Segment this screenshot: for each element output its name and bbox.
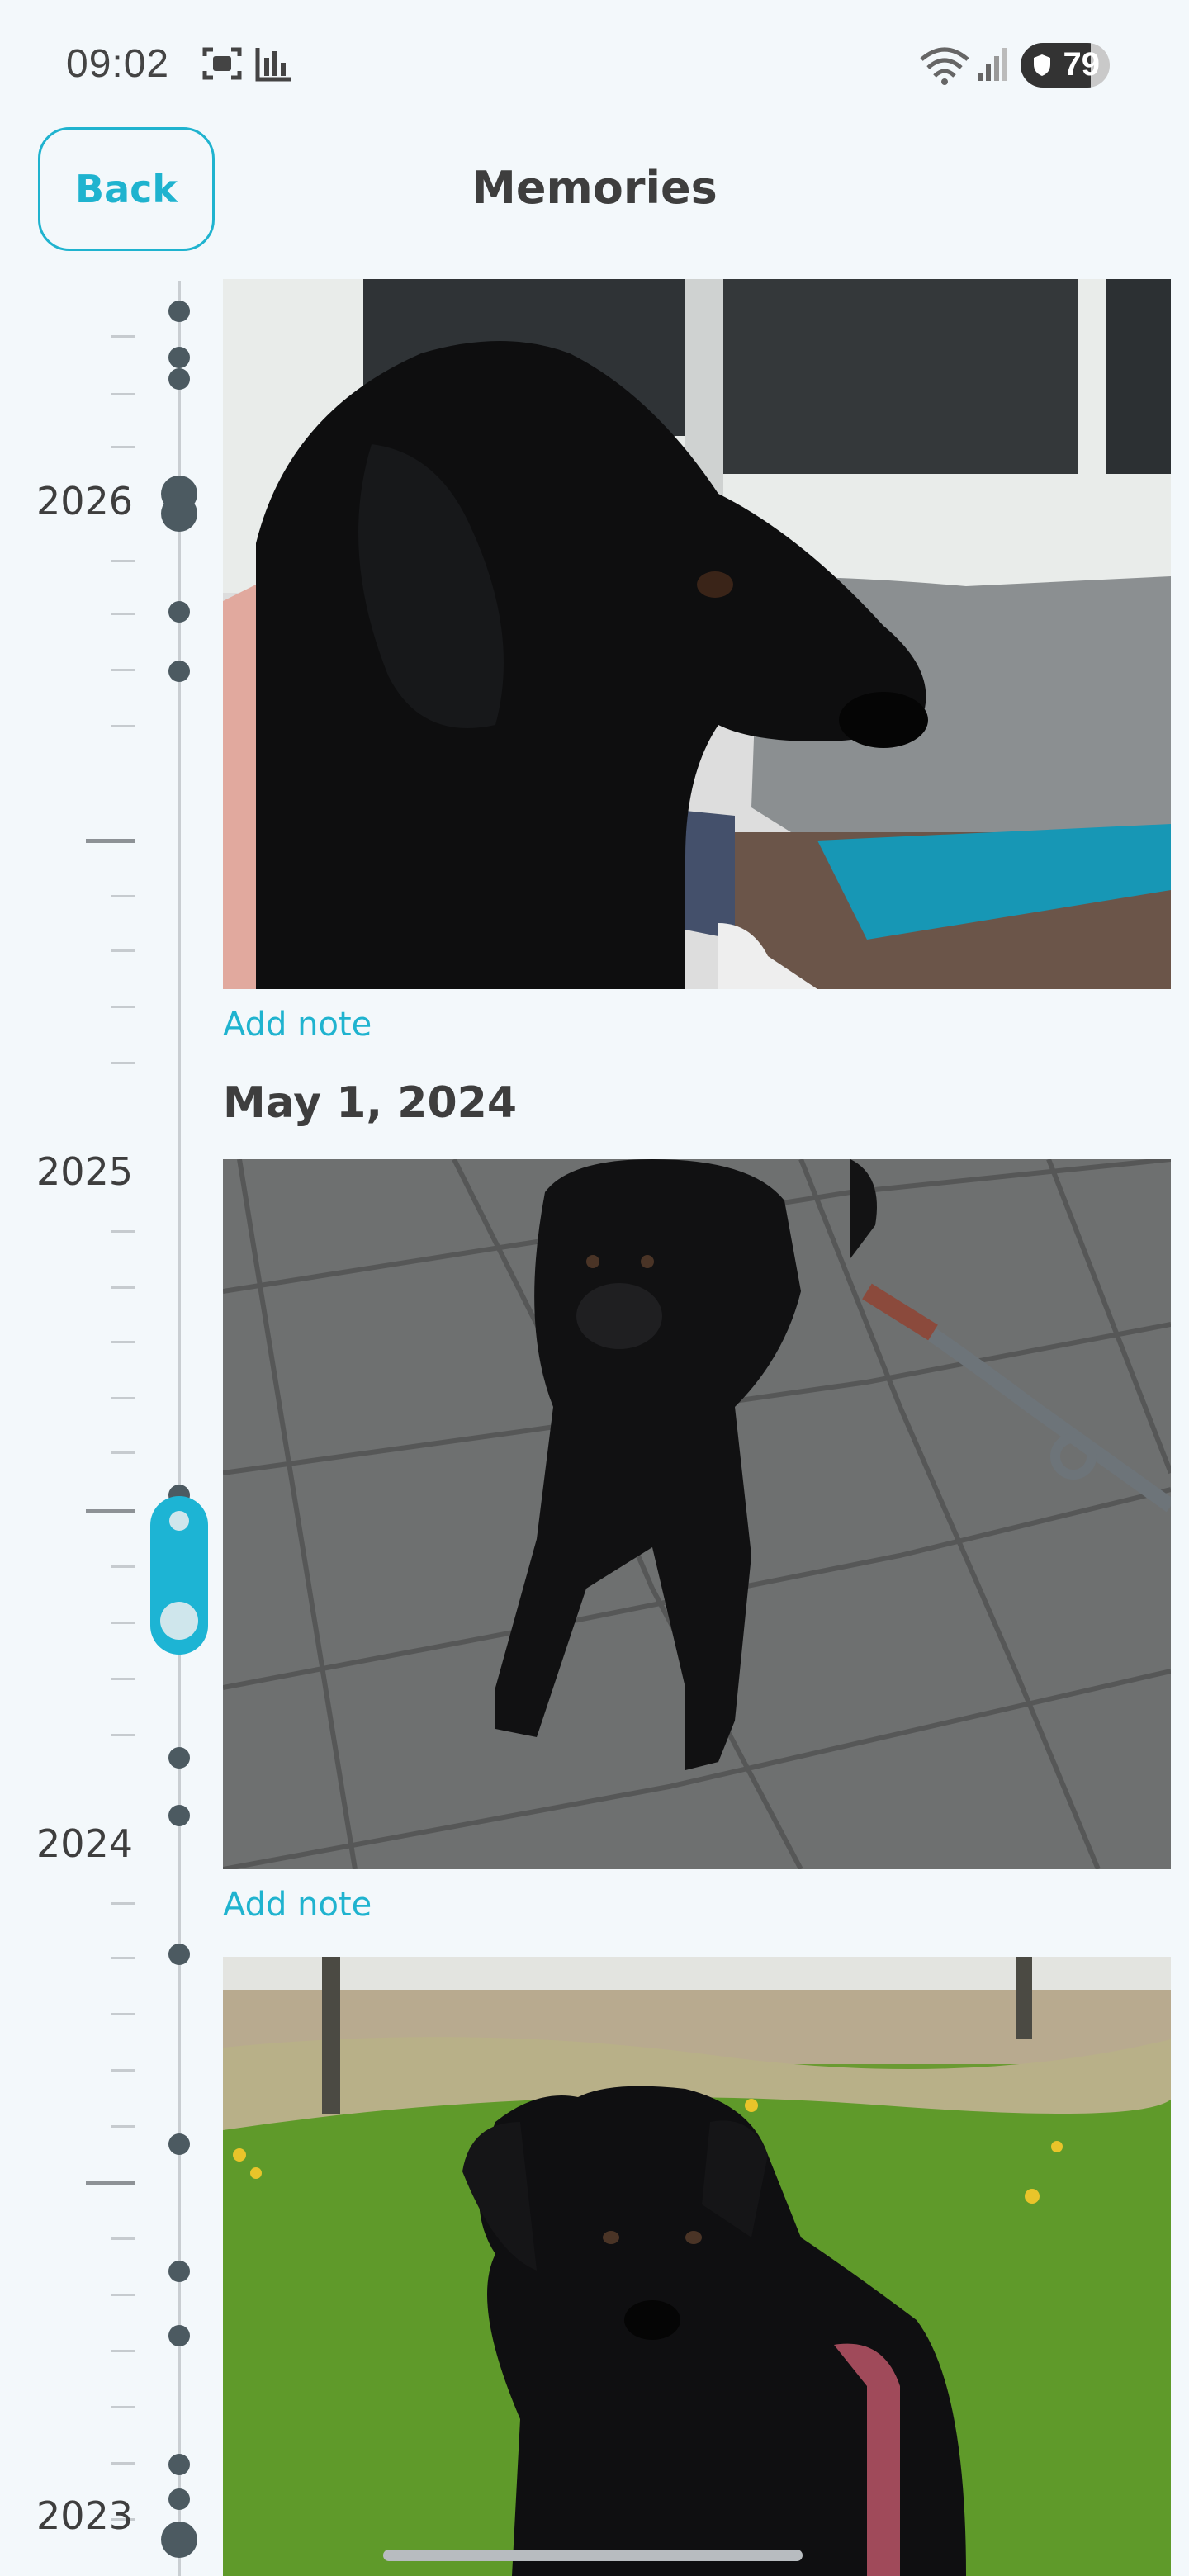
battery-level: 79	[1063, 46, 1101, 83]
timeline-marker[interactable]	[161, 2522, 197, 2558]
timeline-tick	[111, 393, 135, 395]
timeline-tick	[111, 2013, 135, 2015]
timeline-scrubber[interactable]: 2026 2025 2024 2023	[0, 281, 215, 2576]
signal-icon	[978, 48, 1007, 81]
timeline-tick	[111, 2406, 135, 2408]
battery-indicator: 79	[1021, 43, 1110, 88]
timeline-tick	[111, 1451, 135, 1454]
timeline-tick	[111, 1902, 135, 1905]
memory-photo[interactable]	[223, 279, 1171, 989]
timeline-rail	[178, 281, 181, 2576]
photo-dog-pavement	[223, 1159, 1171, 1869]
timeline-marker[interactable]	[168, 2261, 190, 2282]
shield-icon	[1034, 54, 1050, 76]
timeline-tick	[111, 1397, 135, 1399]
memory-date: May 1, 2024	[223, 1078, 518, 1128]
timeline-marker[interactable]	[168, 2325, 190, 2346]
timeline-tick	[111, 895, 135, 897]
scroll-thumb-knob	[160, 1602, 198, 1640]
memory-photo[interactable]	[223, 1957, 1171, 2576]
timeline-tick	[111, 1565, 135, 1568]
page-title: Memories	[471, 162, 718, 214]
timeline-marker[interactable]	[168, 661, 190, 682]
timeline-marker[interactable]	[168, 347, 190, 368]
timeline-tick	[111, 1286, 135, 1289]
timeline-tick	[111, 2350, 135, 2352]
timeline-marker[interactable]	[168, 2454, 190, 2475]
timeline-tick	[111, 725, 135, 727]
timeline-year-label: 2026	[36, 479, 134, 523]
timeline-tick	[111, 1622, 135, 1624]
timeline-tick	[111, 1734, 135, 1736]
timeline-year-label: 2024	[36, 1821, 134, 1866]
timeline-year-label: 2025	[36, 1149, 134, 1194]
timeline-marker[interactable]	[161, 495, 197, 532]
timeline-tick	[111, 1230, 135, 1233]
timeline-tick	[111, 2125, 135, 2128]
timeline-marker[interactable]	[168, 1944, 190, 1965]
timeline-marker[interactable]	[168, 301, 190, 322]
status-time: 09:02	[66, 42, 170, 86]
timeline-year-label: 2023	[36, 2493, 134, 2538]
add-note-link[interactable]: Add note	[223, 1006, 372, 1044]
timeline-marker[interactable]	[168, 368, 190, 390]
photo-dog-grass	[223, 1957, 1171, 2576]
timeline-marker[interactable]	[168, 2488, 190, 2510]
timeline-marker[interactable]	[168, 601, 190, 623]
timeline-tick-major	[86, 1509, 135, 1513]
photo-dog-indoors	[223, 279, 1171, 989]
timeline-tick	[111, 949, 135, 952]
timeline-tick	[111, 1341, 135, 1343]
add-note-link[interactable]: Add note	[223, 1886, 372, 1924]
chart-icon	[255, 48, 291, 82]
wifi-icon	[920, 47, 969, 85]
timeline-tick	[111, 560, 135, 562]
timeline-tick	[111, 446, 135, 448]
scroll-thumb-knob	[169, 1511, 189, 1531]
memory-photo[interactable]	[223, 1159, 1171, 1869]
home-indicator[interactable]	[383, 2550, 803, 2561]
timeline-tick-major	[86, 839, 135, 843]
timeline-tick	[111, 2294, 135, 2296]
timeline-tick	[111, 1678, 135, 1680]
timeline-marker[interactable]	[168, 1747, 190, 1769]
screenshot-icon	[202, 47, 242, 80]
timeline-scroll-thumb[interactable]	[150, 1496, 208, 1655]
timeline-tick	[111, 613, 135, 615]
timeline-tick	[111, 1957, 135, 1959]
timeline-marker[interactable]	[168, 2133, 190, 2155]
timeline-tick	[111, 335, 135, 338]
timeline-tick-major	[86, 2181, 135, 2185]
timeline-tick	[111, 669, 135, 671]
timeline-tick	[111, 1062, 135, 1064]
timeline-marker[interactable]	[168, 1805, 190, 1826]
timeline-tick	[111, 1006, 135, 1008]
timeline-tick	[111, 2069, 135, 2072]
timeline-tick	[111, 2462, 135, 2465]
timeline-tick	[111, 2237, 135, 2240]
status-bar: 09:02 79	[0, 0, 1189, 132]
